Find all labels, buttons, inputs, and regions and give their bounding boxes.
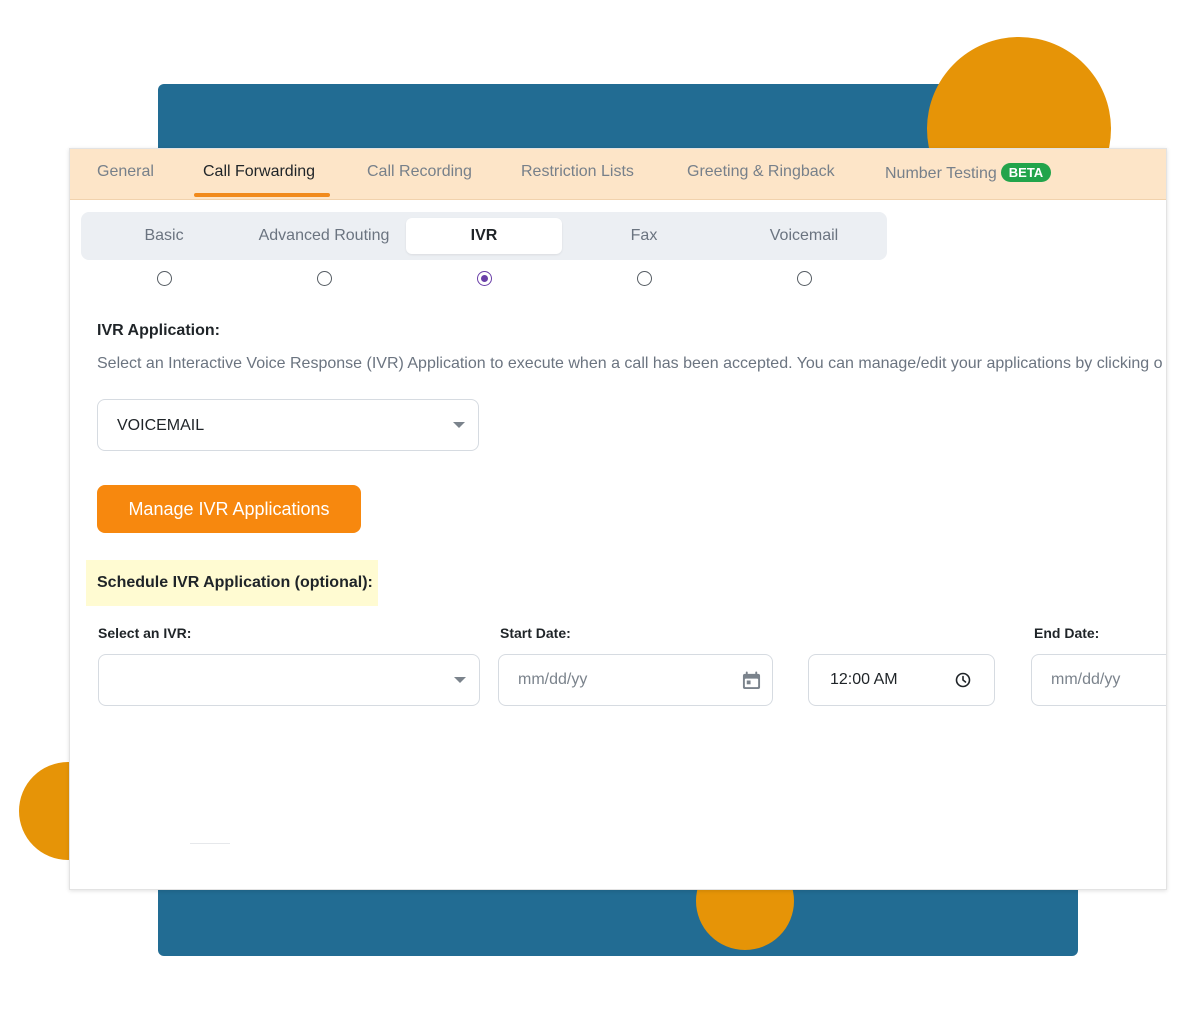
start-date-input[interactable]: mm/dd/yy	[498, 654, 773, 706]
radio-basic[interactable]	[157, 271, 172, 286]
ivr-application-description: Select an Interactive Voice Response (IV…	[97, 355, 1163, 372]
calendar-icon[interactable]	[742, 671, 761, 690]
top-tab-bar: General Call Forwarding Call Recording R…	[70, 149, 1166, 200]
subtab-basic[interactable]: Basic	[86, 218, 242, 254]
tab-number-testing[interactable]: Number Testing BETA	[885, 163, 1052, 183]
radio-advanced-routing[interactable]	[317, 271, 332, 286]
manage-ivr-applications-button[interactable]: Manage IVR Applications	[97, 485, 361, 533]
tab-general[interactable]: General	[97, 163, 154, 181]
select-ivr-label: Select an IVR:	[98, 625, 192, 641]
end-date-placeholder: mm/dd/yy	[1051, 671, 1121, 688]
start-time-value: 12:00 AM	[830, 671, 898, 688]
beta-badge: BETA	[1000, 163, 1052, 182]
active-tab-indicator	[194, 193, 330, 197]
schedule-title: Schedule IVR Application (optional):	[97, 574, 373, 591]
schedule-ivr-select[interactable]	[98, 654, 480, 706]
clock-icon[interactable]	[955, 672, 971, 688]
end-date-label: End Date:	[1034, 625, 1100, 641]
settings-card: General Call Forwarding Call Recording R…	[69, 148, 1167, 890]
tab-call-forwarding[interactable]: Call Forwarding	[203, 163, 315, 181]
ivr-application-title: IVR Application:	[97, 322, 220, 339]
start-time-input[interactable]: 12:00 AM	[808, 654, 995, 706]
divider	[190, 843, 230, 844]
ivr-application-selected-value: VOICEMAIL	[117, 417, 205, 434]
end-date-input[interactable]: mm/dd/yy	[1031, 654, 1166, 706]
subtab-ivr[interactable]: IVR	[406, 218, 562, 254]
tab-greeting-ringback[interactable]: Greeting & Ringback	[687, 163, 835, 181]
start-date-label: Start Date:	[500, 625, 571, 641]
ivr-application-select[interactable]: VOICEMAIL	[97, 399, 479, 451]
start-date-placeholder: mm/dd/yy	[518, 671, 588, 688]
radio-voicemail[interactable]	[797, 271, 812, 286]
radio-ivr[interactable]	[477, 271, 492, 286]
subtab-voicemail[interactable]: Voicemail	[726, 218, 882, 254]
tab-number-testing-label: Number Testing	[885, 165, 997, 182]
subtab-advanced-routing[interactable]: Advanced Routing	[246, 218, 402, 254]
forwarding-mode-tabs: Basic Advanced Routing IVR Fax Voicemail	[81, 212, 887, 260]
radio-fax[interactable]	[637, 271, 652, 286]
tab-restriction-lists[interactable]: Restriction Lists	[521, 163, 634, 181]
tab-call-recording[interactable]: Call Recording	[367, 163, 472, 181]
schedule-section-heading: Schedule IVR Application (optional):	[86, 560, 378, 606]
chevron-down-icon	[454, 677, 466, 683]
subtab-fax[interactable]: Fax	[566, 218, 722, 254]
chevron-down-icon	[453, 422, 465, 428]
